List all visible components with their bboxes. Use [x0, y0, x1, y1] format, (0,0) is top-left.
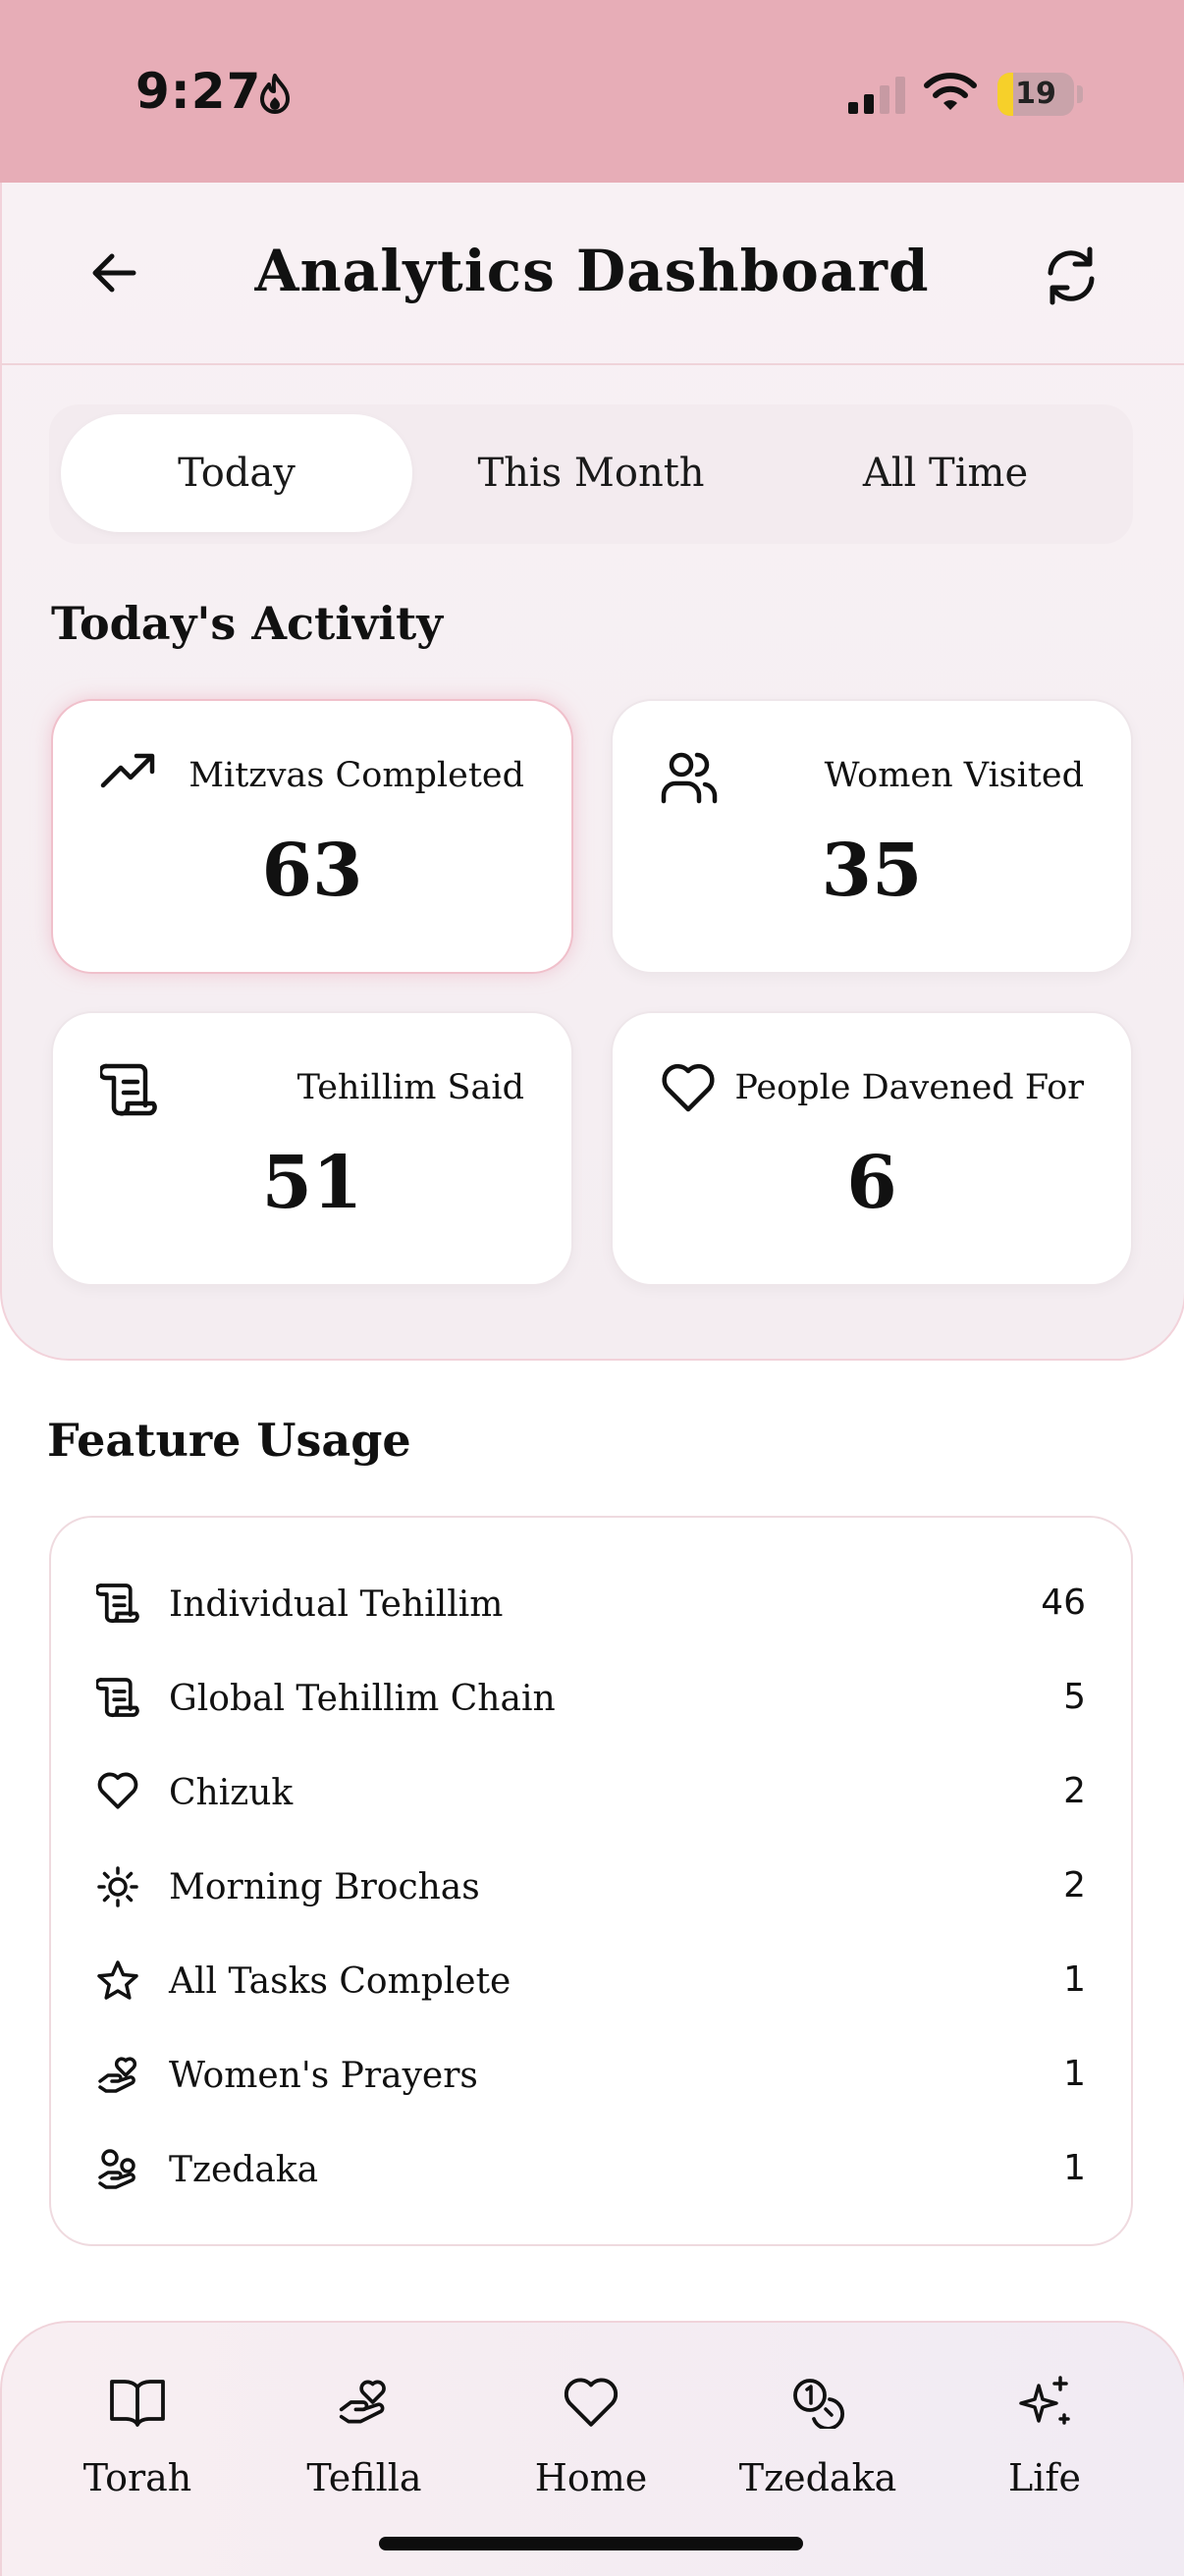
nav-torah[interactable]: Torah: [39, 2376, 236, 2513]
signal-icon: [848, 77, 905, 114]
list-item: Global Tehillim Chain 5: [51, 1657, 1135, 1736]
feature-usage-list: Individual Tehillim 46 Global Tehillim C…: [49, 1516, 1133, 2246]
heart-icon: [564, 2378, 619, 2427]
stat-label: People Davened For: [734, 1068, 1084, 1107]
tab-all-time[interactable]: All Time: [770, 414, 1121, 532]
battery-icon: 19: [997, 73, 1074, 116]
feature-label: Morning Brochas: [169, 1867, 480, 1907]
battery-tip: [1077, 85, 1083, 103]
tab-today[interactable]: Today: [61, 414, 412, 532]
nav-life[interactable]: Life: [946, 2376, 1143, 2513]
star-icon: [97, 1960, 138, 2000]
stat-value: 35: [821, 829, 923, 913]
list-item: Chizuk 2: [51, 1751, 1135, 1830]
feature-label: Tzedaka: [169, 2150, 319, 2190]
coins-icon: [793, 2379, 844, 2429]
stat-value: 63: [261, 829, 363, 913]
list-item: Individual Tehillim 46: [51, 1563, 1135, 1641]
heart-icon: [662, 1063, 715, 1112]
nav-label: Tefilla: [306, 2456, 422, 2499]
flame-icon: [260, 74, 290, 114]
period-tabs: Today This Month All Time: [49, 404, 1133, 544]
feature-count: 5: [1063, 1677, 1086, 1717]
nav-tzedaka[interactable]: Tzedaka: [720, 2376, 916, 2513]
tab-this-month[interactable]: This Month: [415, 414, 767, 532]
hand-coins-icon: [98, 2149, 135, 2189]
stat-card-davened: People Davened For 6: [611, 1011, 1133, 1286]
scroll-icon: [96, 1583, 139, 1624]
nav-label: Torah: [82, 2456, 192, 2499]
scroll-icon: [100, 1063, 157, 1116]
list-item: Tzedaka 1: [51, 2128, 1135, 2207]
list-item: Morning Brochas 2: [51, 1846, 1135, 1924]
nav-home[interactable]: Home: [493, 2376, 689, 2513]
feature-label: Individual Tehillim: [169, 1584, 504, 1625]
scroll-icon: [96, 1678, 139, 1718]
trending-up-icon: [100, 753, 155, 788]
sparkles-icon: [1019, 2376, 1070, 2425]
feature-label: Women's Prayers: [169, 2056, 478, 2096]
todays-activity-heading: Today's Activity: [51, 597, 443, 650]
feature-usage-heading: Feature Usage: [47, 1414, 411, 1467]
battery-level: 19: [1015, 77, 1056, 111]
users-icon: [661, 752, 718, 804]
hand-heart-icon: [339, 2380, 386, 2424]
nav-label: Life: [1008, 2456, 1081, 2499]
sun-icon: [97, 1866, 138, 1907]
feature-count: 1: [1063, 1959, 1086, 2000]
list-item: All Tasks Complete 1: [51, 1940, 1135, 2018]
list-item: Women's Prayers 1: [51, 2034, 1135, 2113]
page-title: Analytics Dashboard: [254, 238, 930, 304]
refresh-button[interactable]: [1039, 243, 1103, 308]
feature-count: 2: [1063, 1771, 1086, 1811]
feature-count: 1: [1063, 2148, 1086, 2188]
stat-card-mitzvas: Mitzvas Completed 63: [51, 699, 573, 974]
heart-icon: [97, 1772, 138, 1809]
feature-count: 2: [1063, 1865, 1086, 1905]
feature-label: All Tasks Complete: [169, 1961, 511, 2002]
feature-count: 1: [1063, 2054, 1086, 2094]
nav-tefilla[interactable]: Tefilla: [266, 2376, 462, 2513]
nav-label: Tzedaka: [738, 2456, 897, 2499]
stat-value: 6: [846, 1141, 897, 1225]
stat-card-women-visited: Women Visited 35: [611, 699, 1133, 974]
book-open-icon: [110, 2380, 165, 2427]
stat-label: Mitzvas Completed: [188, 756, 524, 795]
hand-heart-icon: [98, 2057, 137, 2093]
home-indicator[interactable]: [379, 2537, 803, 2550]
stat-value: 51: [261, 1141, 363, 1225]
stat-label: Women Visited: [824, 756, 1084, 795]
wifi-icon: [924, 73, 977, 110]
status-time: 9:27: [135, 63, 262, 120]
feature-label: Chizuk: [169, 1773, 294, 1813]
feature-count: 46: [1041, 1583, 1086, 1623]
stat-label: Tehillim Said: [296, 1068, 524, 1107]
feature-label: Global Tehillim Chain: [169, 1679, 556, 1719]
stat-card-tehillim: Tehillim Said 51: [51, 1011, 573, 1286]
nav-label: Home: [534, 2456, 648, 2499]
